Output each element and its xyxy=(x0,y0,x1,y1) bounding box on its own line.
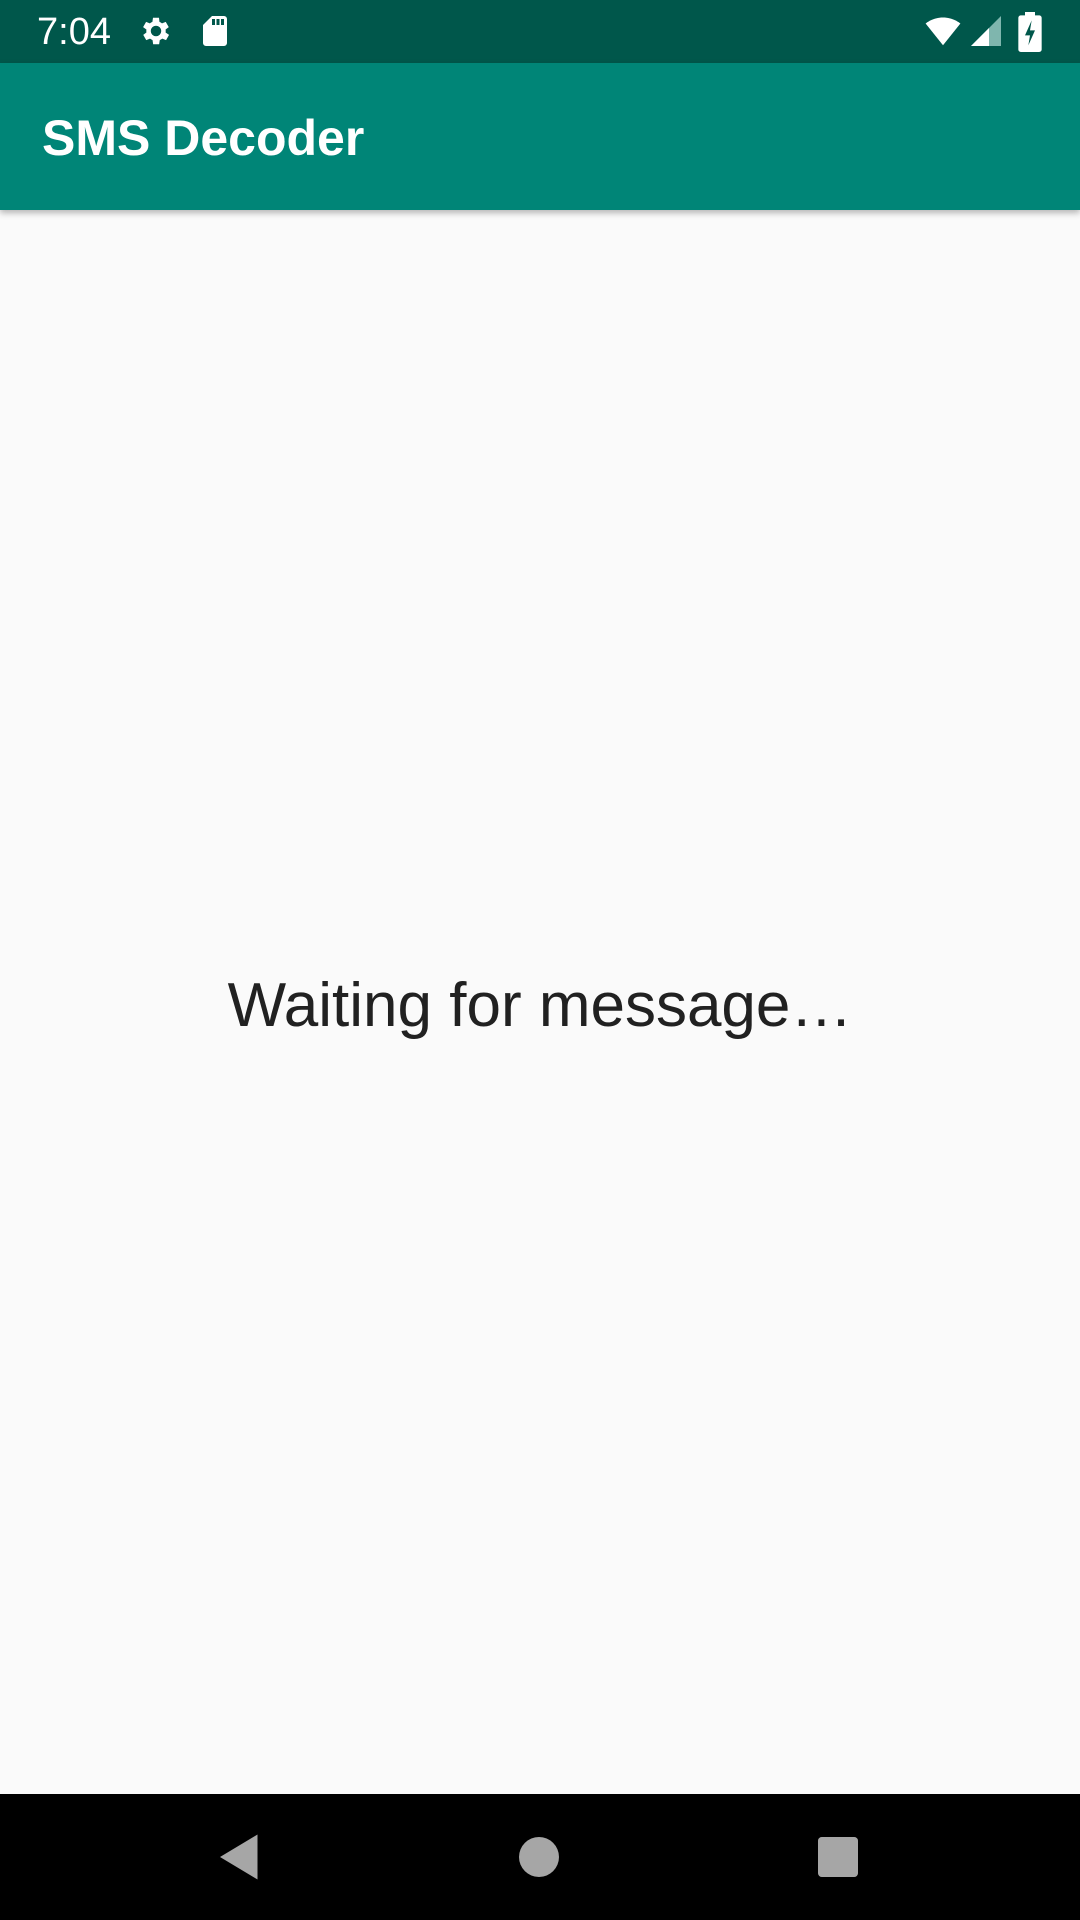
cell-signal-icon xyxy=(968,13,1004,49)
main-content: Waiting for message… xyxy=(0,210,1080,1794)
battery-charging-icon xyxy=(1016,12,1044,52)
navigation-bar xyxy=(0,1794,1080,1920)
gear-icon xyxy=(138,13,174,49)
app-screen: 7:04 SMS Decoder Waiting for message… xyxy=(0,0,1080,1920)
wifi-icon xyxy=(922,13,964,49)
recents-icon[interactable] xyxy=(808,1827,868,1887)
app-bar: SMS Decoder xyxy=(0,63,1080,210)
back-icon[interactable] xyxy=(210,1827,270,1887)
app-title: SMS Decoder xyxy=(42,110,365,166)
home-icon[interactable] xyxy=(509,1827,569,1887)
sd-card-icon xyxy=(197,13,233,49)
status-time: 7:04 xyxy=(37,11,111,53)
waiting-status-text: Waiting for message… xyxy=(227,971,853,1040)
status-bar: 7:04 xyxy=(0,0,1080,63)
